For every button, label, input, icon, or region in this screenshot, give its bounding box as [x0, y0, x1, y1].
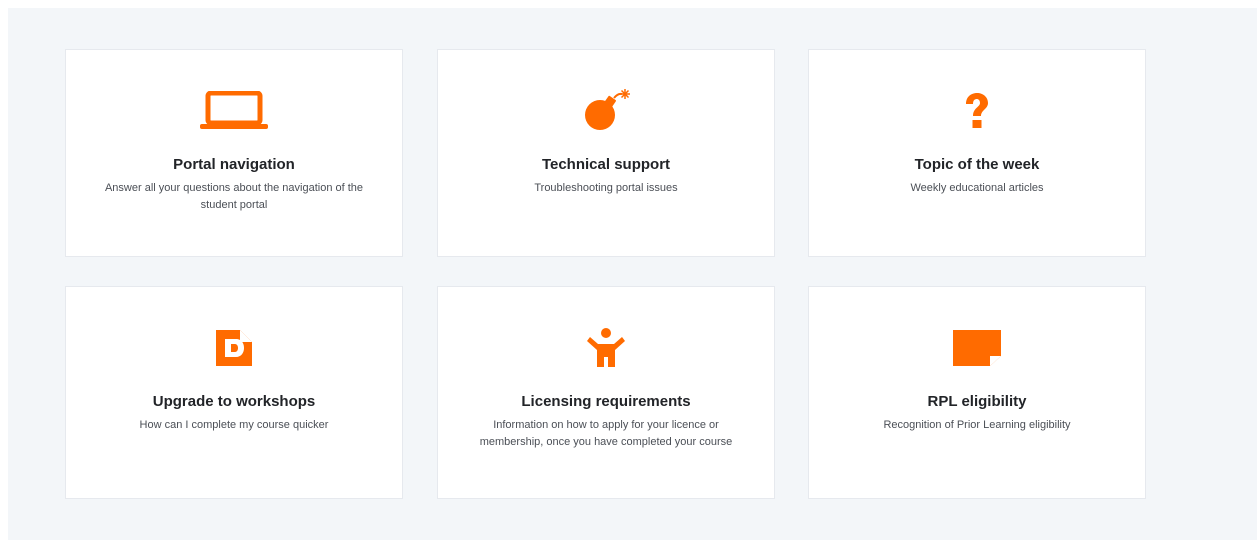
card-description: Information on how to apply for your lic…	[479, 419, 733, 448]
bomb-icon	[438, 88, 774, 134]
card-title: Upgrade to workshops	[152, 393, 316, 410]
card-title: RPL eligibility	[927, 393, 1027, 410]
card-title: Licensing requirements	[521, 393, 691, 410]
card-portal-navigation[interactable]: Portal navigation Answer all your questi…	[65, 49, 403, 257]
card-description: Answer all your questions about the navi…	[104, 182, 364, 211]
card-description: Recognition of Prior Learning eligibilit…	[883, 419, 1071, 431]
card-technical-support[interactable]: Technical support Troubleshooting portal…	[437, 49, 775, 257]
document-icon	[66, 325, 402, 371]
card-title: Portal navigation	[173, 156, 295, 173]
question-mark-icon	[809, 88, 1145, 134]
card-rpl-eligibility[interactable]: RPL eligibility Recognition of Prior Lea…	[808, 286, 1146, 499]
laptop-icon	[66, 88, 402, 134]
card-upgrade-to-workshops[interactable]: Upgrade to workshops How can I complete …	[65, 286, 403, 499]
card-title: Technical support	[541, 156, 671, 173]
sticky-note-icon	[809, 325, 1145, 371]
card-description: How can I complete my course quicker	[139, 419, 329, 431]
card-description: Troubleshooting portal issues	[534, 182, 678, 194]
card-title: Topic of the week	[914, 156, 1040, 173]
card-topic-of-the-week[interactable]: Topic of the week Weekly educational art…	[808, 49, 1146, 257]
person-icon	[438, 325, 774, 371]
help-topics-panel: Portal navigation Answer all your questi…	[8, 8, 1257, 540]
card-description: Weekly educational articles	[910, 182, 1044, 194]
card-licensing-requirements[interactable]: Licensing requirements Information on ho…	[437, 286, 775, 499]
